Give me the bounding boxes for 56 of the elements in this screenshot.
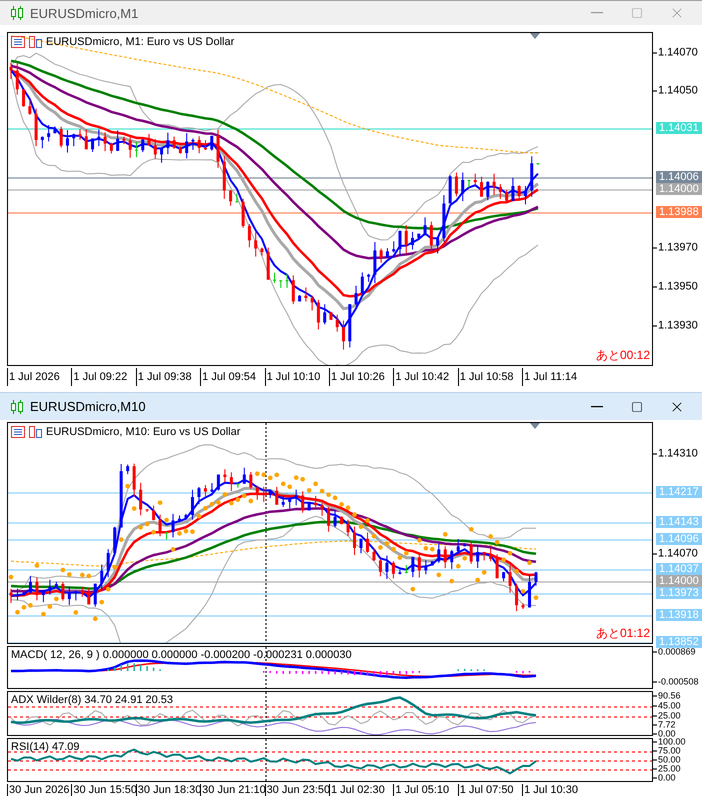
price-tag: 1.13988 bbox=[656, 206, 702, 218]
countdown-timer: あと01:12 bbox=[596, 625, 650, 642]
price-label: 1.14070 bbox=[653, 48, 698, 58]
indicator-scale-label: 75.00 bbox=[653, 746, 681, 756]
time-label: 1 Jul 10:30 bbox=[522, 784, 587, 796]
indicator-scale-label: 45.00 bbox=[653, 702, 681, 710]
price-label: 1.13950 bbox=[653, 282, 698, 292]
time-label: 1 Jul 11:14 bbox=[522, 368, 587, 386]
price-tag: 1.13973 bbox=[656, 587, 702, 599]
time-label: 1 Jul 02:30 bbox=[328, 784, 394, 796]
time-label: 1 Jul 09:38 bbox=[136, 368, 200, 386]
indicator-scale-label: 0.00 bbox=[653, 774, 676, 782]
price-label: 1.13970 bbox=[653, 242, 698, 254]
price-tag: 1.13852 bbox=[656, 636, 702, 648]
time-label: 1 Jul 10:42 bbox=[393, 368, 458, 386]
time-label: 30 Jun 21:10 bbox=[200, 784, 265, 796]
price-tag: 1.14096 bbox=[656, 533, 702, 545]
indicator-label: MACD( 12, 26, 9 ) 0.000000 0.000000 -0.000200 -0.000231 0.000030 bbox=[11, 649, 352, 661]
time-label: 1 Jul 2026 bbox=[7, 368, 72, 386]
time-label: 1 Jul 10:10 bbox=[264, 368, 329, 386]
time-label: 30 Jun 23:50 bbox=[264, 784, 329, 796]
indicator-label: RSI(14) 47.09 bbox=[11, 741, 80, 753]
price-tag: 1.14143 bbox=[656, 516, 702, 528]
countdown-timer: あと00:12 bbox=[596, 347, 650, 364]
indicator-scale-label: 25.00 bbox=[653, 712, 681, 720]
time-label: 1 Jul 10:26 bbox=[328, 368, 394, 386]
indicator-scale-label: 0.000869 bbox=[653, 648, 696, 656]
window-title: EURUSDmicro,M1 bbox=[30, 6, 140, 20]
price-tag: 1.14000 bbox=[656, 183, 702, 195]
indicator-scale-label: 7.72 bbox=[653, 720, 676, 730]
time-label: 30 Jun 2026 bbox=[7, 784, 72, 796]
time-label: 30 Jun 15:50 bbox=[71, 784, 136, 796]
price-tag: 1.14031 bbox=[656, 122, 702, 134]
indicator-scale-label: 100.00 bbox=[653, 738, 686, 746]
price-label: 1.14070 bbox=[653, 548, 698, 560]
indicator-scale-label: 50.00 bbox=[653, 756, 681, 764]
price-label: 1.13930 bbox=[653, 320, 698, 332]
time-label: 1 Jul 05:10 bbox=[393, 784, 458, 796]
price-tag: 1.14037 bbox=[656, 563, 702, 575]
time-label: 1 Jul 10:58 bbox=[458, 368, 522, 386]
indicator-scale-label: 90.56 bbox=[653, 692, 681, 700]
symbol-label: EURUSDmicro, M10: Euro vs US Dollar bbox=[46, 426, 240, 438]
window-title: EURUSDmicro,M10 bbox=[30, 399, 147, 414]
price-tag: 1.13918 bbox=[656, 609, 702, 621]
price-label: 1.14050 bbox=[653, 86, 698, 96]
symbol-label: EURUSDmicro, M1: Euro vs US Dollar bbox=[46, 36, 234, 48]
time-label: 1 Jul 07:50 bbox=[458, 784, 522, 796]
price-tag: 1.14000 bbox=[656, 575, 702, 587]
indicator-scale-label: -0.000508 bbox=[653, 678, 699, 686]
time-label: 1 Jul 09:22 bbox=[71, 368, 136, 386]
price-tag: 1.14006 bbox=[656, 171, 702, 183]
price-label: 1.14310 bbox=[653, 448, 698, 460]
price-tag: 1.14217 bbox=[656, 486, 702, 498]
time-label: 1 Jul 09:54 bbox=[200, 368, 265, 386]
indicator-label: ADX Wilder(8) 34.70 24.91 20.53 bbox=[11, 694, 174, 706]
indicator-scale-label: 25.00 bbox=[653, 764, 681, 774]
